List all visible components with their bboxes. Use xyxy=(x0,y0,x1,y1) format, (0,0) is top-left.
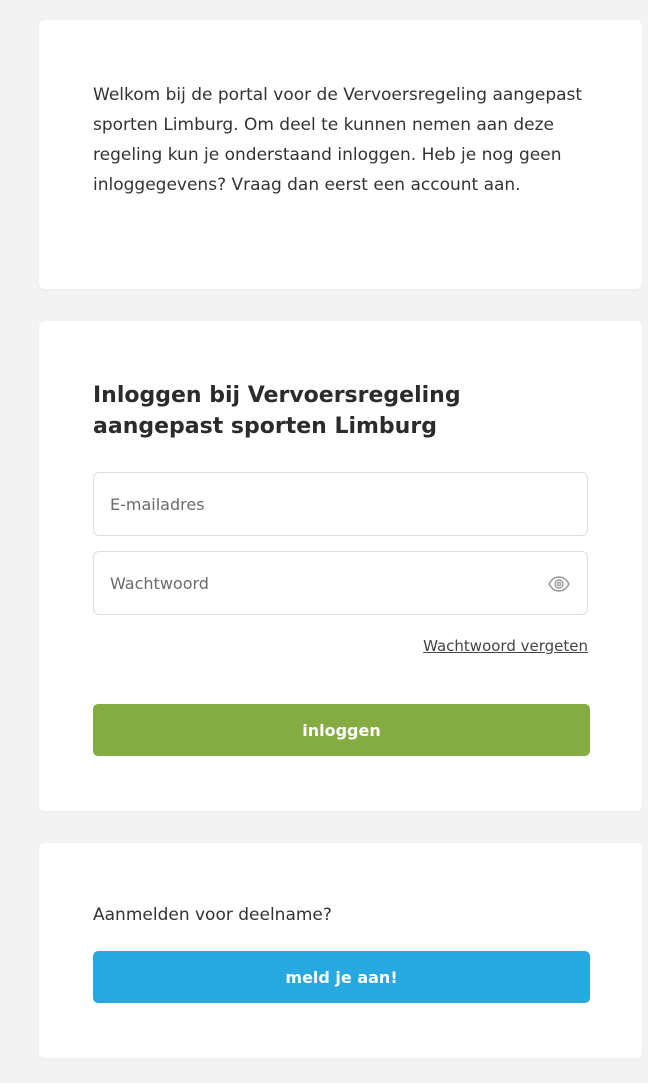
login-button[interactable]: inloggen xyxy=(93,704,590,756)
register-button[interactable]: meld je aan! xyxy=(93,951,590,1003)
email-input[interactable] xyxy=(94,473,587,535)
intro-card: Welkom bij de portal voor de Vervoersreg… xyxy=(39,20,642,289)
register-card: Aanmelden voor deelname? meld je aan! xyxy=(39,843,642,1058)
email-field xyxy=(93,472,588,536)
intro-text: Welkom bij de portal voor de Vervoersreg… xyxy=(93,85,583,195)
page: Welkom bij de portal voor de Vervoersreg… xyxy=(0,0,648,1083)
login-title: Inloggen bij Vervoersregeling aangepast … xyxy=(93,383,461,439)
password-field xyxy=(93,551,588,615)
forgot-password-link[interactable]: Wachtwoord vergeten xyxy=(423,637,588,655)
password-input[interactable] xyxy=(94,552,587,614)
eye-icon[interactable] xyxy=(547,572,571,596)
register-prompt: Aanmelden voor deelname? xyxy=(93,905,332,925)
login-card: Inloggen bij Vervoersregeling aangepast … xyxy=(39,321,642,811)
